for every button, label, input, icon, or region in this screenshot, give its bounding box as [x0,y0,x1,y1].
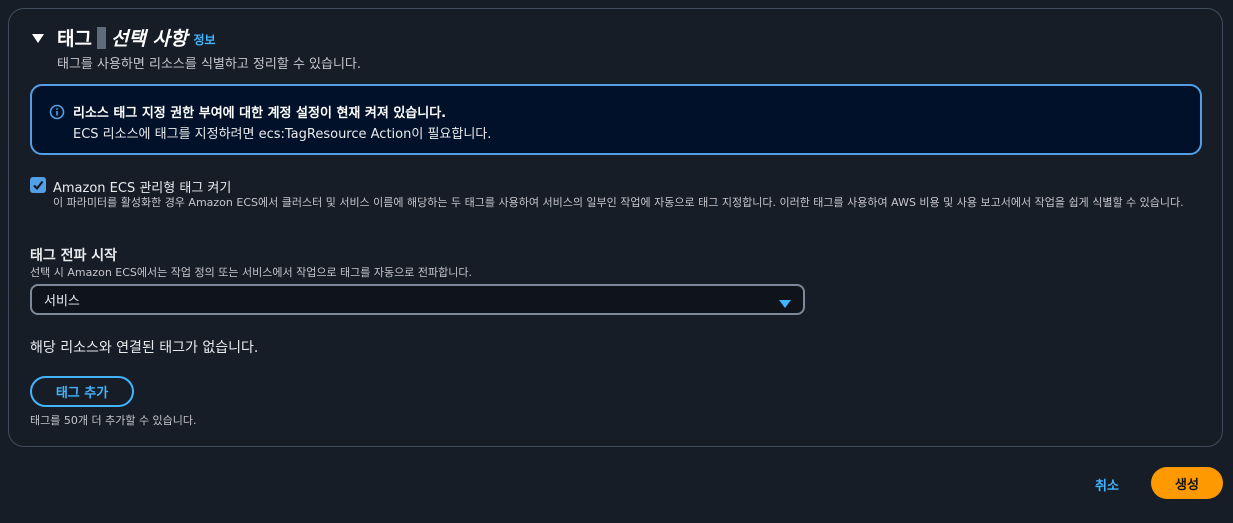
cancel-button[interactable]: 취소 [1079,470,1135,498]
propagate-tags-description: 선택 시 Amazon ECS에서는 작업 정의 또는 서비스에서 작업으로 태… [30,266,472,279]
caret-down-icon[interactable] [31,31,45,45]
title-separator [96,26,106,49]
section-title: 태그 [57,28,92,50]
checkmark-icon [33,180,44,191]
tag-limit-hint: 태그를 50개 더 추가할 수 있습니다. [30,414,197,427]
info-link[interactable]: 정보 [194,31,216,48]
dropdown-arrow-icon [779,294,791,308]
section-header[interactable]: 태그 선택 사항 정보 [31,24,216,51]
alert-title: 리소스 태그 지정 권한 부여에 대한 계정 설정이 현재 켜져 있습니다. [73,106,447,121]
section-title-optional: 선택 사항 [110,28,188,50]
alert-body: ECS 리소스에 태그를 지정하려면 ecs:TagResource Actio… [73,127,492,142]
managed-tags-checkbox[interactable] [30,177,46,193]
tags-panel: 태그 선택 사항 정보 태그를 사용하면 리소스를 식별하고 정리할 수 있습니… [8,8,1223,447]
section-description: 태그를 사용하면 리소스를 식별하고 정리할 수 있습니다. [57,57,362,72]
info-alert: 리소스 태그 지정 권한 부여에 대한 계정 설정이 현재 켜져 있습니다. E… [30,84,1202,155]
propagate-tags-select[interactable]: 서비스 [30,284,805,315]
info-icon [49,104,65,120]
managed-tags-description: 이 파라미터를 활성화한 경우 Amazon ECS에서 클러스터 및 서비스 … [53,196,1184,209]
managed-tags-label: Amazon ECS 관리형 태그 켜기 [53,181,232,196]
propagate-tags-value: 서비스 [44,294,80,309]
no-tags-message: 해당 리소스와 연결된 태그가 없습니다. [30,340,259,356]
create-button[interactable]: 생성 [1151,467,1223,499]
propagate-tags-label: 태그 전파 시작 [30,248,118,264]
add-tag-button[interactable]: 태그 추가 [30,376,134,407]
